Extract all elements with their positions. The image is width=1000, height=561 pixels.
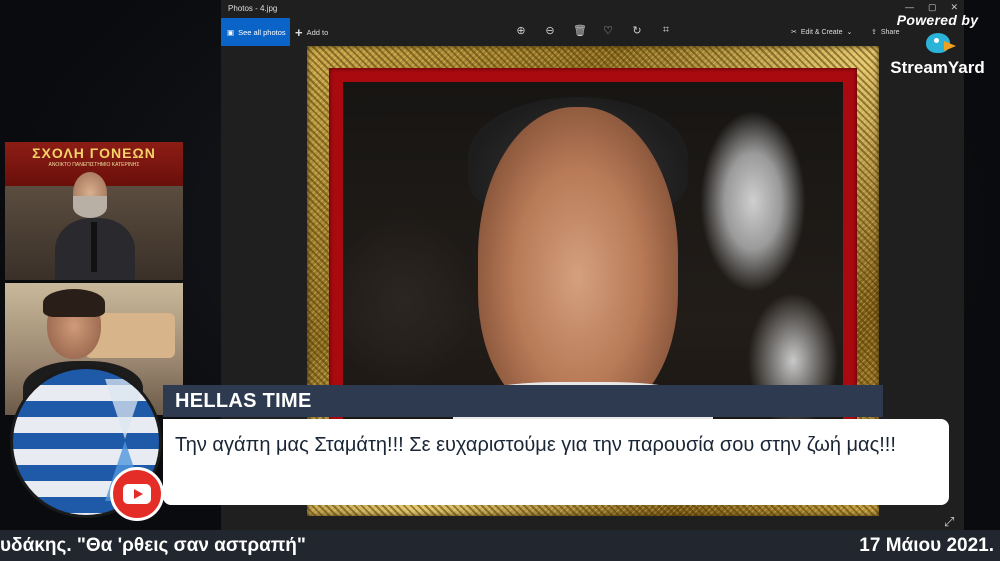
ticker-left-text: υδάκης. "Θα 'ρθεις σαν αστραπή" [0, 535, 306, 556]
camera-feed-host: ΣΧΟΛΗ ΓΟΝΕΩΝ ΑΝΟΙΚΤΟ ΠΑΝΕΠΙΣΤΗΜΙΟ ΚΑΤΕΡΙ… [5, 142, 183, 280]
share-icon: ⇪ [871, 29, 877, 36]
comment-author-bar: HELLAS TIME [163, 385, 883, 417]
stream-stage: Photos - 4.jpg — ▢ ✕ ▣ See all photos + … [0, 0, 1000, 561]
zoom-out-icon[interactable]: ⊖ [544, 24, 556, 37]
photos-icon: ▣ [227, 27, 235, 37]
photos-toolbar: ▣ See all photos + Add to ⊕ ⊖ 🗑 ♡ ↻ ⌗ ✂ … [221, 18, 964, 46]
zoom-in-icon[interactable]: ⊕ [515, 24, 527, 37]
comment-box: Την αγάπη μας Σταμάτη!!! Σε ευχαριστούμε… [163, 419, 949, 505]
see-all-photos-button[interactable]: ▣ See all photos [221, 18, 290, 46]
add-to-button[interactable]: + Add to [295, 18, 328, 46]
rotate-icon[interactable]: ↻ [631, 24, 643, 37]
powered-by-label: Powered by [896, 12, 979, 28]
microphone-icon [91, 222, 97, 272]
youtube-icon [110, 467, 164, 521]
banner-line2: ΑΝΟΙΚΤΟ ΠΑΝΕΠΙΣΤΗΜΙΟ ΚΑΤΕΡΙΝΗΣ [48, 162, 140, 168]
add-to-label: Add to [306, 27, 329, 37]
chevron-down-icon: ⌄ [846, 29, 853, 36]
plus-icon: + [295, 24, 303, 40]
comment-text: Την αγάπη μας Σταμάτη!!! Σε ευχαριστούμε… [175, 434, 896, 456]
crop-icon[interactable]: ⌗ [660, 24, 672, 37]
photos-titlebar: Photos - 4.jpg — ▢ ✕ [221, 0, 964, 18]
photo-subject-face [478, 107, 678, 417]
expand-icon[interactable]: ⤢ [944, 514, 954, 530]
toolbar-icons: ⊕ ⊖ 🗑 ♡ ↻ ⌗ [515, 24, 672, 37]
ticker-date: 17 Μάιου 2021. [859, 535, 994, 556]
comment-author: HELLAS TIME [175, 390, 312, 412]
see-all-photos-label: See all photos [238, 27, 286, 37]
banner-line1: ΣΧΟΛΗ ΓΟΝΕΩΝ [32, 145, 156, 161]
news-ticker: υδάκης. "Θα 'ρθεις σαν αστραπή" 17 Μάιου… [0, 530, 1000, 561]
host-figure [55, 172, 135, 280]
delete-icon[interactable]: 🗑 [573, 24, 587, 37]
favorite-icon[interactable]: ♡ [602, 24, 614, 37]
edit-icon: ✂ [791, 29, 797, 36]
streamyard-badge: Powered by StreamYard [880, 12, 995, 92]
edit-create-button[interactable]: ✂ Edit & Create ⌄ [791, 18, 852, 46]
window-title: Photos - 4.jpg [228, 4, 278, 13]
edit-create-label: Edit & Create [800, 28, 843, 36]
streamyard-name: StreamYard [890, 58, 985, 77]
streamyard-logo-icon [920, 31, 956, 57]
